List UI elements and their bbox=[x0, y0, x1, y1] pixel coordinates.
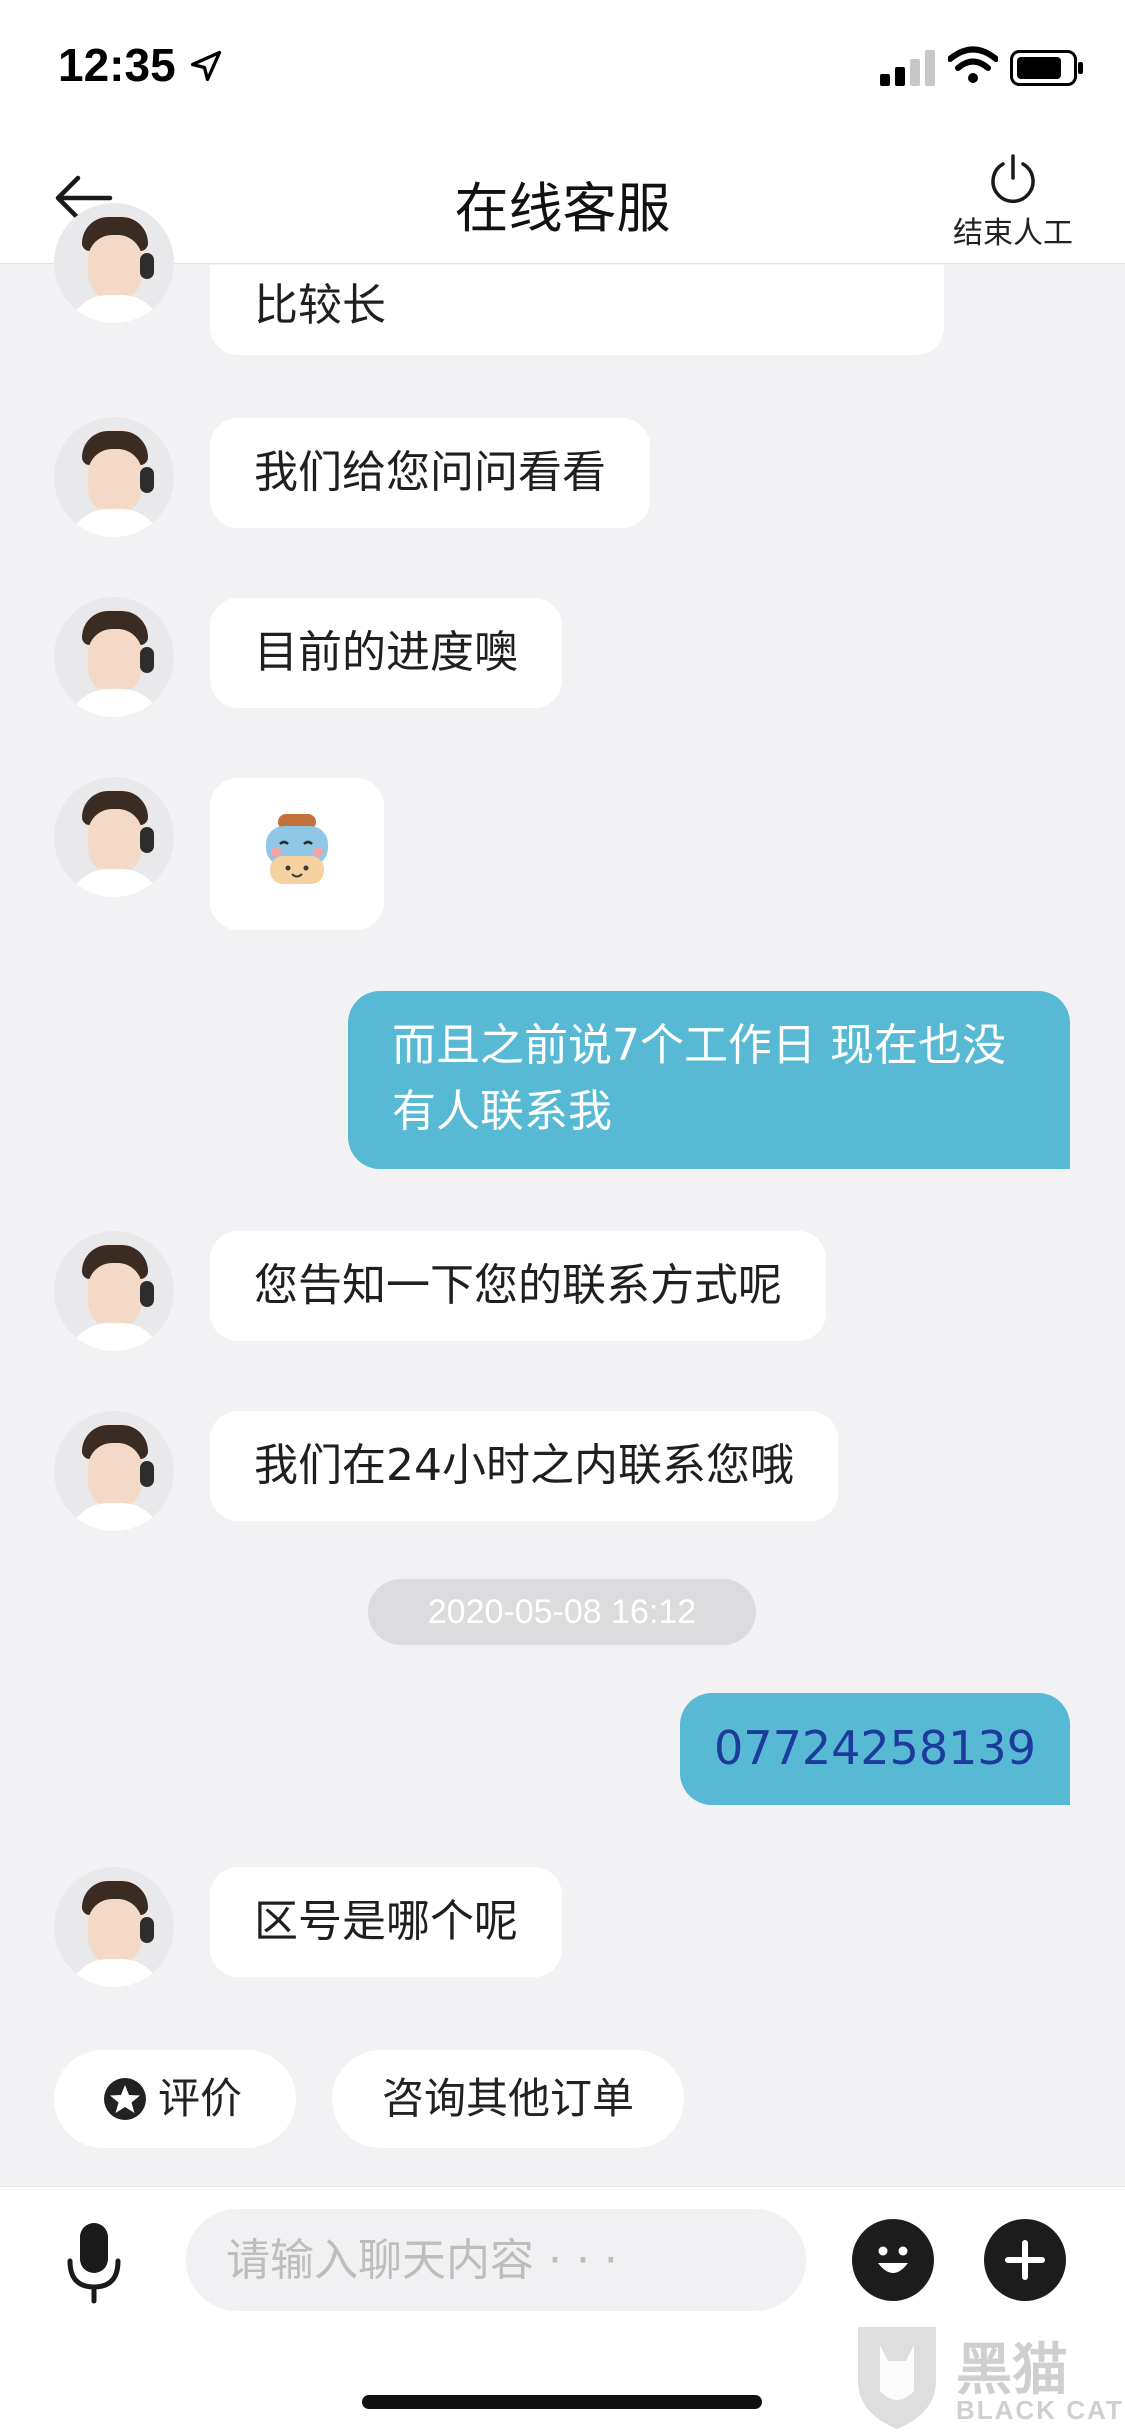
agent-avatar[interactable] bbox=[54, 203, 174, 323]
rate-button[interactable]: 评价 bbox=[54, 2050, 296, 2148]
agent-avatar[interactable] bbox=[54, 777, 174, 897]
agent-message: 我们在24小时之内联系您哦 bbox=[210, 1411, 838, 1521]
cow-sticker bbox=[266, 814, 328, 884]
input-bar: 黑猫 BLACK CAT bbox=[0, 2186, 1125, 2436]
user-phone-message[interactable]: 07724258139 bbox=[680, 1693, 1070, 1805]
wifi-icon bbox=[948, 46, 998, 83]
rate-label: 评价 bbox=[158, 2074, 243, 2123]
agent-avatar[interactable] bbox=[54, 597, 174, 717]
user-message: 而且之前说7个工作日 现在也没有人联系我 bbox=[348, 991, 1070, 1169]
agent-avatar[interactable] bbox=[54, 417, 174, 537]
signal-icon bbox=[880, 50, 935, 86]
plus-icon bbox=[1005, 2240, 1045, 2280]
agent-message: 比较长 bbox=[210, 265, 944, 355]
agent-message: 区号是哪个呢 bbox=[210, 1867, 562, 1977]
black-cat-watermark: 黑猫 BLACK CAT bbox=[852, 2321, 1122, 2433]
status-bar: 12:35 bbox=[0, 0, 1125, 132]
watermark-en: BLACK CAT bbox=[956, 2395, 1124, 2425]
location-arrow-icon bbox=[190, 50, 222, 82]
other-orders-button[interactable]: 咨询其他订单 bbox=[332, 2050, 685, 2148]
power-icon bbox=[991, 154, 1035, 203]
chat-input[interactable] bbox=[186, 2209, 806, 2311]
watermark-cn: 黑猫 bbox=[956, 2338, 1068, 2403]
agent-avatar[interactable] bbox=[54, 1867, 174, 1987]
end-service-label: 结束人工 bbox=[953, 216, 1073, 251]
microphone-icon[interactable] bbox=[66, 2221, 122, 2305]
timestamp-badge: 2020-05-08 16:12 bbox=[368, 1579, 756, 1645]
agent-message: 您告知一下您的联系方式呢 bbox=[210, 1231, 826, 1341]
agent-message: 我们给您问问看看 bbox=[210, 418, 650, 528]
emoji-icon bbox=[878, 2246, 908, 2273]
emoji-button[interactable] bbox=[852, 2219, 934, 2301]
agent-avatar[interactable] bbox=[54, 1411, 174, 1531]
end-human-service-button[interactable]: 结束人工 bbox=[948, 152, 1078, 252]
battery-icon bbox=[1010, 50, 1083, 86]
cat-shield-icon bbox=[858, 2327, 936, 2429]
sticker-message bbox=[210, 778, 384, 930]
home-indicator[interactable] bbox=[362, 2395, 762, 2409]
star-icon bbox=[104, 2078, 146, 2120]
agent-avatar[interactable] bbox=[54, 1231, 174, 1351]
chat-list[interactable]: 比较长 我们给您问问看看 目前的进度噢 而且之前说7个工作日 现在也没有人联系我… bbox=[0, 203, 1125, 2185]
status-time: 12:35 bbox=[58, 39, 176, 91]
plus-button[interactable] bbox=[984, 2219, 1066, 2301]
agent-message: 目前的进度噢 bbox=[210, 598, 562, 708]
